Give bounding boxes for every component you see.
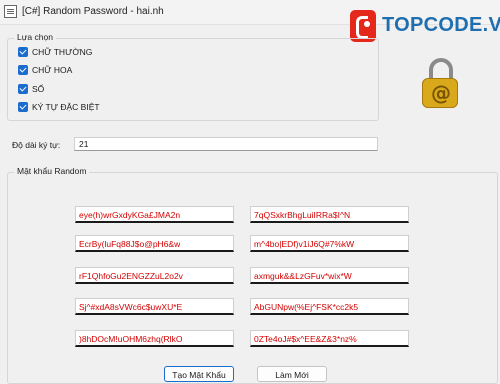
numbers-label: SỐ [32, 84, 45, 94]
checkbox-icon [18, 102, 28, 112]
password-field[interactable]: axmguk&&LzGFuv*wix*W [250, 267, 409, 284]
lock-body [422, 78, 458, 108]
window-title: [C#] Random Password - hai.nh [22, 6, 164, 17]
lowercase-label: CHỮ THƯỜNG [32, 47, 93, 57]
checkbox-icon [18, 65, 28, 75]
lock-icon [420, 58, 464, 116]
numbers-checkbox[interactable]: SỐ [18, 82, 44, 96]
password-field[interactable]: Sj^#xdA8sVWc6c$uwXU*E [75, 298, 234, 315]
special-chars-label: KÝ TỰ ĐẶC BIỆT [32, 102, 100, 112]
password-field[interactable]: EcrBy(luFq88J$o@pH6&w [75, 235, 234, 252]
options-group-label: Lựa chọn [14, 32, 56, 42]
password-field[interactable]: m^4bo|EDf)v1iJ6Q#7%kW [250, 235, 409, 252]
uppercase-checkbox[interactable]: CHỮ HOA [18, 63, 72, 77]
checkbox-icon [18, 84, 28, 94]
password-field[interactable]: rF1QhfoGu2ENGZZuL2o2v [75, 267, 234, 284]
app-icon [4, 5, 17, 18]
uppercase-label: CHỮ HOA [32, 65, 73, 75]
reset-button[interactable]: Làm Mới [257, 366, 327, 382]
password-field[interactable]: 0ZTe4oJ#$x^EE&Z&3*nz% [250, 330, 409, 347]
length-input[interactable]: 21 [74, 137, 378, 151]
topcode-logo-text: TOPCODE.VN [382, 14, 500, 36]
results-group-label: Mật khẩu Random [14, 166, 90, 176]
length-label: Độ dài ký tự: [12, 140, 61, 150]
checkbox-icon [18, 47, 28, 57]
special-chars-checkbox[interactable]: KÝ TỰ ĐẶC BIỆT [18, 100, 100, 114]
password-field[interactable]: eye(h)wrGxdyKGa£JMA2n [75, 206, 234, 223]
password-field[interactable]: AbGUNpw(%Ej^FSK*cc2k5 [250, 298, 409, 315]
password-field[interactable]: 7qQSxkrBhgLuiIRRa$I^N [250, 206, 409, 223]
lowercase-checkbox[interactable]: CHỮ THƯỜNG [18, 45, 92, 59]
password-field[interactable]: )8hDOcM!uOHM6zhq(RlkO [75, 330, 234, 347]
generate-password-button[interactable]: Tạo Mật Khẩu [164, 366, 234, 382]
options-group: Lựa chọn CHỮ THƯỜNG CHỮ HOA SỐ KÝ TỰ ĐẶC… [7, 32, 379, 121]
